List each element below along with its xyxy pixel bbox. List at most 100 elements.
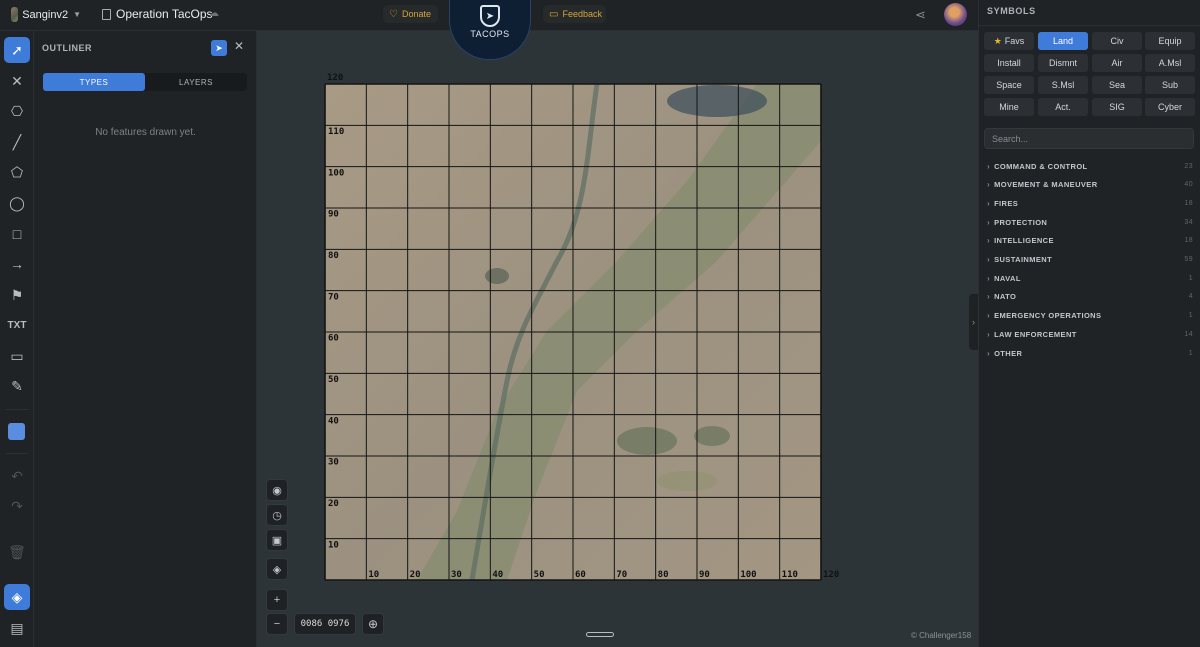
polygon-tool-button[interactable]: ⬠ — [4, 159, 30, 185]
category-sea[interactable]: Sea — [1092, 76, 1142, 94]
tab-types[interactable]: TYPES — [43, 73, 145, 91]
map-canvas[interactable]: 120 110 100 90 80 70 60 50 40 30 20 10 10 20 30 40 50 60 7… — [257, 31, 978, 647]
map-selector[interactable]: Sanginv2 ▼ — [7, 3, 85, 26]
category-cyber[interactable]: Cyber — [1145, 98, 1195, 116]
category-civ[interactable]: Civ — [1092, 32, 1142, 50]
line-tool-button[interactable]: ╱ — [4, 129, 30, 155]
select-tool-button[interactable]: ➚ — [4, 37, 30, 63]
document-panel-button[interactable]: ▤ — [4, 615, 30, 641]
grid-label-x: 20 — [410, 570, 421, 580]
delete-tool-button[interactable]: ✕ — [4, 68, 30, 94]
category-mine[interactable]: Mine — [984, 98, 1034, 116]
symbol-group-row[interactable]: › MOVEMENT & MANEUVER 40 — [979, 177, 1200, 193]
text-tool-button[interactable]: TXT — [4, 312, 30, 338]
grid-label-y: 110 — [328, 127, 344, 137]
symbol-group-row[interactable]: › FIRES 18 — [979, 195, 1200, 211]
screenshot-button[interactable]: ▣ — [266, 529, 288, 551]
zoom-in-button[interactable]: + — [266, 589, 288, 611]
rectangle-tool-button[interactable]: □ — [4, 221, 30, 247]
operation-title[interactable]: Operation TacOps — [116, 7, 213, 21]
close-outliner-button[interactable]: ✕ — [234, 39, 244, 53]
symbol-group-row[interactable]: › INTELLIGENCE 18 — [979, 233, 1200, 249]
undo-button[interactable]: ↶ — [4, 463, 30, 489]
share-icon[interactable]: ⋖ — [915, 7, 926, 23]
visibility-button[interactable]: ◉ — [266, 479, 288, 501]
comment-icon: ▭ — [549, 8, 559, 20]
category-air[interactable]: Air — [1092, 54, 1142, 72]
symbol-group-count: 1 — [1188, 312, 1193, 320]
feedback-label: Feedback — [562, 9, 602, 19]
camera-icon: ▣ — [271, 534, 283, 547]
feedback-button[interactable]: ▭ Feedback — [543, 5, 606, 23]
grid-label-y: 40 — [328, 416, 339, 426]
circle-tool-button[interactable]: ◯ — [4, 190, 30, 216]
app-root: Sanginv2 ▼ Operation TacOps ☁ ♡ Donate ▭… — [0, 0, 1200, 647]
ruler-tool-button[interactable]: ▭ — [4, 343, 30, 369]
symbol-group-count: 40 — [1184, 181, 1193, 189]
chevron-right-icon: › — [987, 292, 991, 302]
user-avatar[interactable] — [944, 3, 967, 26]
category-space[interactable]: Space — [984, 76, 1034, 94]
symbol-group-row[interactable]: › EMERGENCY OPERATIONS 1 — [979, 308, 1200, 324]
symbol-search-input[interactable] — [984, 128, 1194, 149]
history-button[interactable]: ◷ — [266, 504, 288, 526]
symbol-group-row[interactable]: › LAW ENFORCEMENT 14 — [979, 326, 1200, 342]
symbol-group-count: 4 — [1188, 293, 1193, 301]
category-favs[interactable]: ★ Favs — [984, 32, 1034, 50]
layers-icon: ◈ — [11, 588, 23, 605]
basemap-button[interactable]: ◈ — [266, 558, 288, 580]
arrow-tool-button[interactable]: → — [4, 251, 30, 277]
symbol-group-row[interactable]: › OTHER 1 — [979, 345, 1200, 361]
category-install[interactable]: Install — [984, 54, 1034, 72]
symbol-group-count: 1 — [1188, 349, 1193, 357]
symbols-title: SYMBOLS — [987, 6, 1036, 16]
coordinate-readout[interactable]: 0086 0976 — [294, 613, 356, 635]
collapse-symbols-button[interactable]: › — [969, 294, 978, 350]
category-sig[interactable]: SIG — [1092, 98, 1142, 116]
layers-icon: ◈ — [272, 563, 282, 576]
pin-button[interactable]: ➤ — [211, 40, 227, 56]
symbol-group-row[interactable]: › NATO 4 — [979, 289, 1200, 305]
locate-button[interactable]: ⊕ — [362, 613, 384, 635]
color-swatch[interactable] — [8, 423, 25, 440]
empty-message: No features drawn yet. — [95, 127, 196, 138]
symbol-group-row[interactable]: › COMMAND & CONTROL 23 — [979, 158, 1200, 174]
chevron-right-icon: › — [987, 161, 991, 171]
layers-panel-button[interactable]: ◈ — [4, 584, 30, 610]
chevron-right-icon: › — [987, 198, 991, 208]
grid-label-y: 10 — [328, 540, 339, 550]
category-sub[interactable]: Sub — [1145, 76, 1195, 94]
zoom-out-button[interactable]: − — [266, 613, 288, 635]
grid-label-y: 100 — [328, 168, 344, 178]
map-view[interactable]: 120 110 100 90 80 70 60 50 40 30 20 10 10 20 30 40 50 60 7… — [257, 31, 978, 647]
category-activity[interactable]: Act. — [1038, 98, 1088, 116]
grid-label-x: 10 — [368, 570, 379, 580]
pencil-tool-button[interactable]: ✎ — [4, 373, 30, 399]
grid-label-y: 20 — [328, 499, 339, 509]
grid-label-x: 40 — [492, 570, 503, 580]
grid-label-y: 30 — [328, 458, 339, 468]
tab-layers[interactable]: LAYERS — [145, 73, 247, 91]
category-land[interactable]: Land — [1038, 32, 1088, 50]
symbol-group-label: COMMAND & CONTROL — [994, 161, 1088, 171]
minus-icon: − — [273, 618, 281, 630]
symbol-group-row[interactable]: › NAVAL 1 — [979, 270, 1200, 286]
map-credit: © Challenger158 — [911, 631, 972, 640]
category-space-missile[interactable]: S.Msl — [1038, 76, 1088, 94]
flag-tool-button[interactable]: ⚑ — [4, 282, 30, 308]
category-dismnt[interactable]: Dismnt — [1038, 54, 1088, 72]
symbol-group-label: INTELLIGENCE — [994, 236, 1054, 246]
symbol-group-row[interactable]: › SUSTAINMENT 59 — [979, 252, 1200, 268]
undo-icon: ↶ — [11, 467, 23, 484]
symbol-group-row[interactable]: › PROTECTION 34 — [979, 214, 1200, 230]
redo-button[interactable]: ↷ — [4, 493, 30, 519]
donate-button[interactable]: ♡ Donate — [383, 5, 438, 23]
marker-tool-button[interactable]: ⎔ — [4, 98, 30, 124]
grid-label-y: 90 — [328, 210, 339, 220]
symbol-group-count: 14 — [1184, 330, 1193, 338]
symbol-group-count: 23 — [1184, 162, 1193, 170]
drawer-handle[interactable] — [586, 632, 614, 637]
trash-button[interactable]: 🗑 — [4, 539, 30, 565]
category-equip[interactable]: Equip — [1145, 32, 1195, 50]
category-air-missile[interactable]: A.Msl — [1145, 54, 1195, 72]
